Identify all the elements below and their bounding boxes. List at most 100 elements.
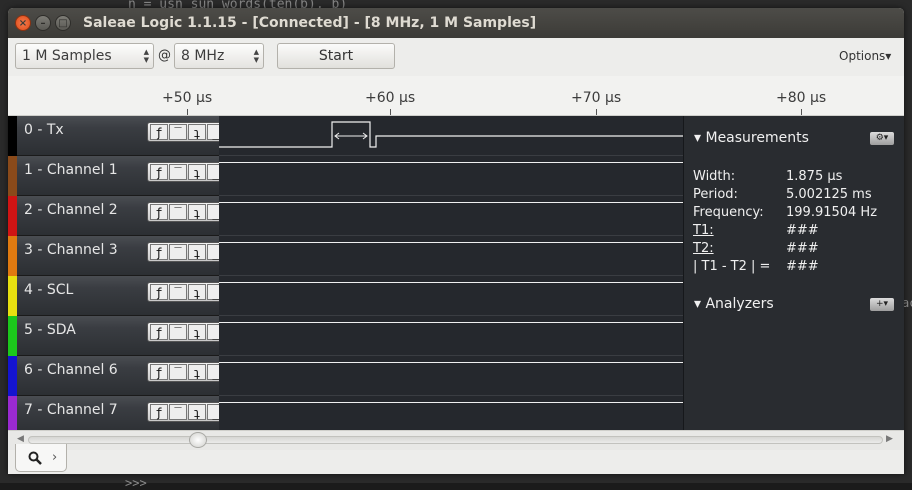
options-button[interactable]: Options▾ [839, 49, 891, 63]
signal-high-line [219, 202, 683, 203]
scroll-thumb[interactable] [189, 432, 207, 448]
channel-name[interactable]: 4 - SCL [24, 282, 73, 298]
tick-mark [596, 109, 597, 115]
channel-color-swatch [8, 356, 17, 396]
plus-icon[interactable]: +▾ [870, 298, 894, 311]
trigger-falling-edge-icon[interactable]: ʇ [188, 364, 206, 380]
measurements-header[interactable]: ▾ Measurements [694, 130, 809, 146]
tick-label: +70 µs [571, 90, 622, 106]
channel-color-swatch [8, 316, 17, 356]
chevron-right-icon: › [52, 450, 58, 465]
channel-label-area[interactable]: 5 - SDA ƒ ‾ ʇ _ [17, 316, 225, 356]
channel-row[interactable]: 3 - Channel 3 ƒ ‾ ʇ _ [8, 236, 683, 276]
tick-mark [801, 109, 802, 115]
search-tab[interactable]: › [15, 444, 67, 472]
maximize-button[interactable]: □ [55, 15, 71, 31]
channel-waveform[interactable] [219, 276, 683, 316]
analyzers-header[interactable]: ▾ Analyzers [694, 296, 774, 312]
trigger-rising-edge-icon[interactable]: ƒ [150, 164, 168, 180]
trigger-falling-edge-icon[interactable]: ʇ [188, 284, 206, 300]
channel-name[interactable]: 6 - Channel 6 [24, 362, 118, 378]
frequency-value: 199.91504 Hz [786, 205, 878, 220]
trigger-rising-edge-icon[interactable]: ƒ [150, 404, 168, 420]
rate-value: 8 MHz [181, 48, 225, 64]
channel-waveform[interactable] [219, 196, 683, 236]
channel-waveform[interactable] [219, 156, 683, 196]
channel-name[interactable]: 0 - Tx [24, 122, 64, 138]
horizontal-scrollbar[interactable]: ◀ ▶ [8, 430, 904, 450]
channel-row[interactable]: 0 - Tx ƒ ‾ ʇ _ [8, 116, 683, 156]
channel-row[interactable]: 1 - Channel 1 ƒ ‾ ʇ _ [8, 156, 683, 196]
channel-label-area[interactable]: 6 - Channel 6 ƒ ‾ ʇ _ [17, 356, 225, 396]
trigger-high-icon[interactable]: ‾ [169, 284, 187, 300]
t2-value: ### [786, 241, 819, 256]
title-bar[interactable]: × – □ Saleae Logic 1.1.15 - [Connected] … [8, 8, 904, 38]
width-label: Width: [693, 169, 736, 184]
trigger-high-icon[interactable]: ‾ [169, 164, 187, 180]
trigger-buttons: ƒ ‾ ʇ _ [147, 122, 225, 142]
width-value: 1.875 µs [786, 169, 843, 184]
trigger-rising-edge-icon[interactable]: ƒ [150, 244, 168, 260]
period-value: 5.002125 ms [786, 187, 872, 202]
trigger-rising-edge-icon[interactable]: ƒ [150, 124, 168, 140]
terminal-prompt: >>> [125, 476, 147, 490]
trigger-falling-edge-icon[interactable]: ʇ [188, 404, 206, 420]
trigger-rising-edge-icon[interactable]: ƒ [150, 284, 168, 300]
scroll-right-icon[interactable]: ▶ [886, 434, 893, 444]
channel-waveform[interactable] [219, 356, 683, 396]
trigger-rising-edge-icon[interactable]: ƒ [150, 364, 168, 380]
channel-waveform[interactable] [219, 236, 683, 276]
trigger-rising-edge-icon[interactable]: ƒ [150, 324, 168, 340]
channel-color-swatch [8, 236, 17, 276]
close-button[interactable]: × [15, 15, 31, 31]
trigger-high-icon[interactable]: ‾ [169, 404, 187, 420]
scroll-track[interactable] [28, 436, 883, 444]
diff-value: ### [786, 259, 819, 274]
trigger-falling-edge-icon[interactable]: ʇ [188, 124, 206, 140]
period-label: Period: [693, 187, 738, 202]
signal-high-line [219, 162, 683, 163]
channel-name[interactable]: 2 - Channel 2 [24, 202, 118, 218]
channel-label-area[interactable]: 0 - Tx ƒ ‾ ʇ _ [17, 116, 225, 156]
start-button[interactable]: Start [277, 43, 395, 69]
trigger-high-icon[interactable]: ‾ [169, 124, 187, 140]
trigger-falling-edge-icon[interactable]: ʇ [188, 164, 206, 180]
channel-label-area[interactable]: 3 - Channel 3 ƒ ‾ ʇ _ [17, 236, 225, 276]
channel-row[interactable]: 6 - Channel 6 ƒ ‾ ʇ _ [8, 356, 683, 396]
trigger-high-icon[interactable]: ‾ [169, 244, 187, 260]
tick-label: +80 µs [776, 90, 827, 106]
channel-row[interactable]: 5 - SDA ƒ ‾ ʇ _ [8, 316, 683, 356]
trigger-high-icon[interactable]: ‾ [169, 364, 187, 380]
gear-icon[interactable]: ⚙▾ [870, 132, 894, 145]
t2-label[interactable]: T2: [693, 241, 714, 256]
samples-select[interactable]: 1 M Samples ▲ ▼ [15, 43, 154, 69]
trigger-high-icon[interactable]: ‾ [169, 204, 187, 220]
diff-label: | T1 - T2 | = [693, 259, 771, 274]
trigger-falling-edge-icon[interactable]: ʇ [188, 324, 206, 340]
analyzers-title: Analyzers [705, 296, 774, 312]
channel-row[interactable]: 4 - SCL ƒ ‾ ʇ _ [8, 276, 683, 316]
time-ruler[interactable]: +50 µs +60 µs +70 µs +80 µs [8, 76, 904, 116]
channel-waveform[interactable] [219, 116, 683, 156]
signal-high-line [219, 242, 683, 243]
trigger-falling-edge-icon[interactable]: ʇ [188, 204, 206, 220]
channel-name[interactable]: 1 - Channel 1 [24, 162, 118, 178]
channel-row[interactable]: 2 - Channel 2 ƒ ‾ ʇ _ [8, 196, 683, 236]
toolbar: 1 M Samples ▲ ▼ @ 8 MHz ▲ ▼ Start Options▾ [8, 38, 904, 76]
minimize-button[interactable]: – [35, 15, 51, 31]
trigger-falling-edge-icon[interactable]: ʇ [188, 244, 206, 260]
tick-mark [187, 109, 188, 115]
t1-label[interactable]: T1: [693, 223, 714, 238]
channel-name[interactable]: 5 - SDA [24, 322, 76, 338]
trigger-rising-edge-icon[interactable]: ƒ [150, 204, 168, 220]
channel-name[interactable]: 3 - Channel 3 [24, 242, 118, 258]
scroll-left-icon[interactable]: ◀ [17, 434, 24, 444]
channel-label-area[interactable]: 4 - SCL ƒ ‾ ʇ _ [17, 276, 225, 316]
trigger-high-icon[interactable]: ‾ [169, 324, 187, 340]
signal-high-line [219, 282, 683, 283]
channel-name[interactable]: 7 - Channel 7 [24, 402, 118, 418]
channel-label-area[interactable]: 2 - Channel 2 ƒ ‾ ʇ _ [17, 196, 225, 236]
channel-waveform[interactable] [219, 316, 683, 356]
sample-rate-select[interactable]: 8 MHz ▲ ▼ [174, 43, 264, 69]
channel-label-area[interactable]: 1 - Channel 1 ƒ ‾ ʇ _ [17, 156, 225, 196]
